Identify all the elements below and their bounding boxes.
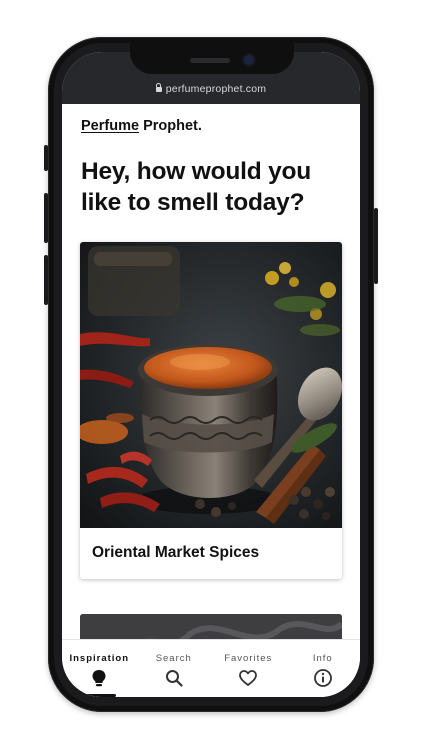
nav-label: Search — [155, 653, 192, 664]
info-icon — [313, 669, 332, 687]
front-camera — [244, 55, 254, 65]
site-logo[interactable]: Perfume Prophet. — [81, 118, 202, 134]
nav-label: Info — [312, 653, 333, 664]
spice-pot-photo — [80, 242, 342, 528]
search-icon — [165, 670, 183, 687]
nav-inspiration[interactable]: Inspiration — [62, 640, 137, 697]
phone-notch — [130, 38, 294, 74]
power-button — [374, 208, 378, 284]
active-tab-indicator — [82, 694, 116, 697]
volume-down-button — [44, 255, 48, 305]
nav-label: Favorites — [224, 653, 273, 664]
address-text-row: perfumeprophet.com — [62, 83, 360, 95]
nav-search[interactable]: Search — [137, 640, 212, 697]
logo-word-perfume: Perfume — [81, 118, 140, 134]
lightbulb-icon — [92, 670, 106, 687]
page-headline: Hey, how would you like to smell today? — [81, 158, 312, 216]
bottom-navigation: Inspiration Search Favorites Info — [62, 639, 360, 697]
inspiration-card-2[interactable] — [80, 614, 342, 639]
url-text: perfumeprophet.com — [165, 83, 267, 95]
nav-label: Inspiration — [69, 653, 130, 664]
phone-screen: perfumeprophet.com Perfume Prophet. Hey,… — [62, 52, 360, 697]
logo-word-prophet: Prophet. — [143, 118, 202, 134]
mute-switch — [44, 145, 48, 171]
card-title: Oriental Market Spices — [92, 544, 260, 561]
page-content: Perfume Prophet. Hey, how would you like… — [62, 104, 360, 639]
heart-icon — [239, 670, 258, 686]
nav-favorites[interactable]: Favorites — [211, 640, 286, 697]
inspiration-card[interactable]: Oriental Market Spices — [80, 242, 342, 579]
smoke-photo — [80, 614, 342, 639]
mockup-stage: perfumeprophet.com Perfume Prophet. Hey,… — [0, 0, 422, 750]
nav-info[interactable]: Info — [286, 640, 361, 697]
earpiece-speaker — [190, 58, 230, 63]
volume-up-button — [44, 193, 48, 243]
lock-icon — [155, 83, 162, 92]
